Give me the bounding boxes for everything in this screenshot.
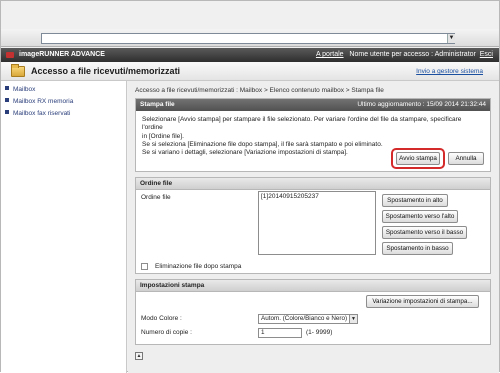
print-panel-header: Stampa file Ultimo aggiornamento : 15/09… (136, 99, 490, 111)
bullet-icon (5, 110, 9, 114)
move-bottom-button[interactable]: Spostamento in basso (382, 242, 453, 255)
brand-name: imageRUNNER ADVANCE (19, 51, 105, 58)
file-order-listbox[interactable]: [1]20140915205237 (258, 191, 376, 255)
portal-link[interactable]: A portale (316, 51, 344, 58)
delete-after-print-checkbox[interactable] (141, 263, 148, 270)
print-settings-panel: Impostazioni stampa Variazione impostazi… (135, 279, 491, 345)
breadcrumb: Accesso a file ricevuti/memorizzati : Ma… (135, 87, 384, 94)
copies-label: Numero di copie : (141, 329, 192, 336)
color-mode-label: Modo Colore : (141, 315, 182, 322)
address-dropdown-icon[interactable]: ▼ (447, 34, 455, 43)
page-title-bar: Accesso a file ricevuti/memorizzati Invi… (1, 62, 499, 81)
chevron-down-icon: ▼ (349, 315, 357, 323)
header-right: A portale Nome utente per accesso : Admi… (316, 51, 493, 58)
bullet-icon (5, 98, 9, 102)
order-panel-header: Ordine file (136, 178, 490, 190)
main-content: Accesso a file ricevuti/memorizzati : Ma… (128, 81, 499, 373)
logout-link[interactable]: Esci (480, 51, 493, 58)
move-down-button[interactable]: Spostamento verso il basso (382, 226, 467, 239)
page-title: Accesso a file ricevuti/memorizzati (31, 66, 181, 76)
folder-icon (11, 64, 25, 77)
brand-bar: imageRUNNER ADVANCE A portale Nome utent… (1, 48, 499, 62)
print-panel-title: Stampa file (140, 101, 175, 108)
user-label: Nome utente per accesso : Administrator (349, 51, 476, 58)
sidebar-item-mailbox-rx[interactable]: Mailbox RX memoria (5, 98, 73, 108)
last-updated: Ultimo aggiornamento : 15/09 2014 21:32:… (357, 101, 486, 108)
copies-input[interactable]: 1 (258, 328, 302, 338)
print-file-panel: Stampa file Ultimo aggiornamento : 15/09… (135, 98, 491, 172)
sidebar-item-fax-riservati[interactable]: Mailbox fax riservati (5, 110, 70, 120)
scroll-top-icon[interactable]: ▲ (135, 352, 143, 360)
start-print-button[interactable]: Avvio stampa (396, 152, 440, 165)
delete-after-print-label: Eliminazione file dopo stampa (155, 263, 242, 270)
bullet-icon (5, 86, 9, 90)
settings-panel-header: Impostazioni stampa (136, 280, 490, 292)
browser-window: ▼ imageRUNNER ADVANCE A portale Nome ute… (0, 0, 500, 373)
sidebar-item-mailbox[interactable]: Mailbox (5, 86, 35, 96)
move-up-button[interactable]: Spostamento verso l'alto (382, 210, 458, 223)
change-print-settings-button[interactable]: Variazione impostazioni di stampa... (366, 295, 479, 308)
address-input[interactable] (41, 33, 455, 44)
address-bar: ▼ (1, 29, 499, 47)
send-to-sysadmin-link[interactable]: Invio a gestore sistema (416, 68, 483, 75)
color-mode-select[interactable]: Autom. (Colore/Bianco e Nero) ▼ (258, 314, 358, 324)
sidebar: Mailbox Mailbox RX memoria Mailbox fax r… (1, 81, 127, 373)
file-order-panel: Ordine file Ordine file [1]2014091520523… (135, 177, 491, 274)
copies-range: (1- 9999) (306, 329, 333, 336)
file-order-label: Ordine file (141, 194, 171, 201)
list-item[interactable]: [1]20140915205237 (259, 192, 375, 201)
cancel-button[interactable]: Annulla (448, 152, 484, 165)
move-top-button[interactable]: Spostamento in alto (382, 194, 448, 207)
canon-logo-icon (6, 52, 14, 58)
